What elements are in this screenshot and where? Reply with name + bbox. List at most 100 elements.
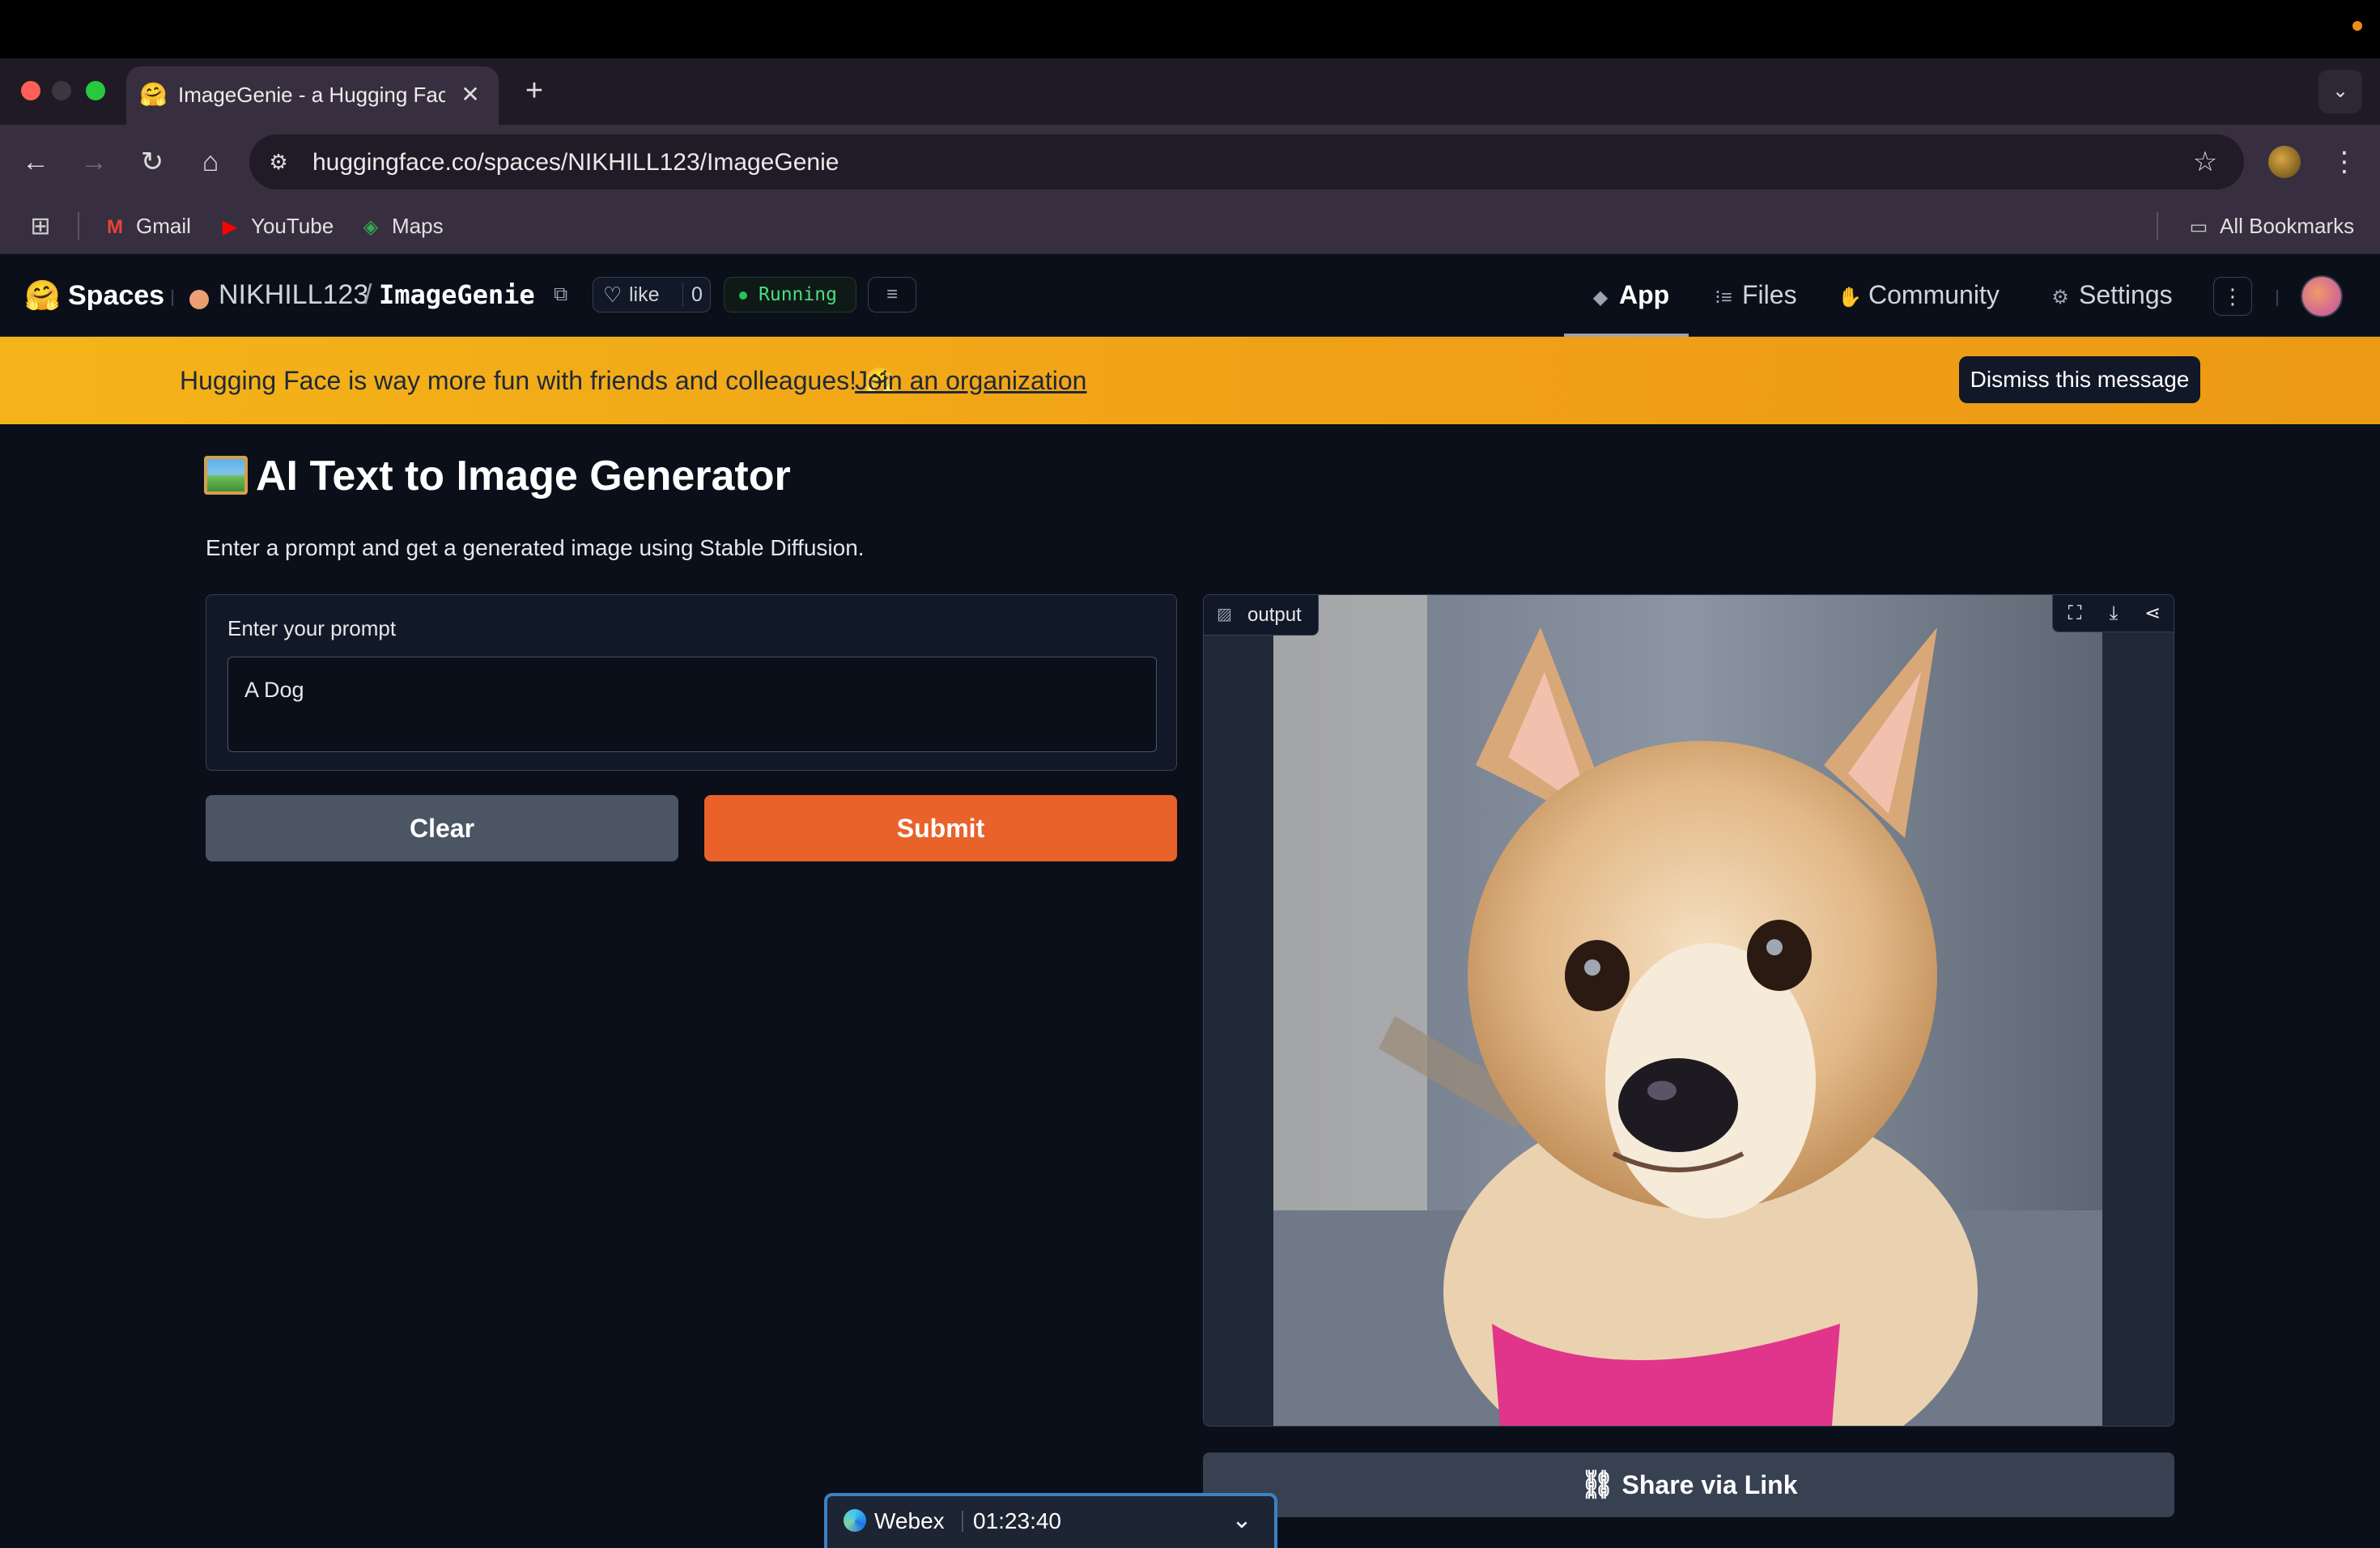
user-avatar[interactable]	[2301, 275, 2343, 317]
dismiss-button[interactable]: Dismiss this message	[1959, 356, 2200, 403]
bookmarks-divider	[78, 212, 79, 240]
submit-button[interactable]: Submit	[704, 795, 1177, 861]
forward-arrow-icon[interactable]: →	[74, 142, 113, 181]
url-text[interactable]: huggingface.co/spaces/NIKHILL123/ImageGe…	[312, 147, 1608, 178]
like-button[interactable]: ♡ like 0	[593, 277, 711, 313]
minimize-window-button[interactable]	[52, 81, 71, 100]
reload-icon[interactable]: ↻	[133, 142, 172, 181]
cube-icon: ◆	[1592, 287, 1609, 308]
output-image-block: ▨ output ⛶ ⤓ ⋖	[1203, 594, 2174, 1427]
community-icon: ✋	[1838, 287, 1862, 308]
all-bookmarks-label: All Bookmarks	[2220, 214, 2355, 238]
home-icon[interactable]: ⌂	[191, 142, 230, 181]
header-divider	[2276, 290, 2278, 306]
tab-label: App	[1619, 280, 1670, 309]
chevron-down-icon[interactable]: ⌄	[1226, 1504, 1258, 1537]
more-options-icon[interactable]: ⋮	[2213, 277, 2252, 316]
status-dot-icon	[739, 291, 747, 300]
heart-icon: ♡	[603, 283, 623, 307]
close-tab-icon[interactable]: ✕	[457, 81, 484, 108]
tab-community[interactable]: ✋ Community	[1838, 270, 2016, 319]
screen: 🤗 ImageGenie - a Hugging Face Space ✕ + …	[0, 0, 2380, 1548]
copy-icon[interactable]: ⧉	[554, 283, 576, 306]
maximize-window-button[interactable]	[86, 81, 105, 100]
back-arrow-icon[interactable]: ←	[16, 142, 55, 181]
page-description: Enter a prompt and get a generated image…	[206, 535, 865, 560]
maps-icon: ◈	[363, 216, 379, 238]
path-separator: /	[364, 279, 372, 310]
tab-label: Community	[1868, 280, 2000, 309]
share-label: Share via Link	[1621, 1470, 1798, 1499]
output-label-tag: ▨ output	[1204, 595, 1319, 636]
browser-menu-icon[interactable]: ⋮	[2328, 144, 2361, 180]
header-divider	[172, 290, 173, 306]
bookmark-label: Gmail	[136, 214, 191, 238]
tab-search-chevron-icon[interactable]: ⌄	[2318, 70, 2362, 113]
framed-picture-icon	[204, 456, 248, 495]
gmail-icon: M	[107, 216, 123, 238]
youtube-icon: ▶	[222, 216, 238, 238]
huggingface-logo-icon[interactable]: 🤗	[24, 279, 61, 313]
tab-settings[interactable]: ⚙ Settings	[2048, 270, 2194, 319]
all-bookmarks-button[interactable]: ▭ All Bookmarks	[2186, 211, 2372, 241]
prompt-label: Enter your prompt	[227, 616, 397, 640]
org-banner: Hugging Face is way more fun with friend…	[0, 337, 2380, 424]
tab-label: Settings	[2079, 280, 2173, 309]
browser-profile-avatar[interactable]	[2268, 146, 2301, 178]
like-label: like	[629, 283, 660, 306]
image-icon: ▨	[1217, 606, 1232, 623]
close-window-button[interactable]	[21, 81, 40, 100]
prompt-block: Enter your prompt A Dog	[206, 594, 1177, 771]
new-tab-button[interactable]: +	[520, 74, 549, 107]
clear-button[interactable]: Clear	[206, 795, 678, 861]
dog-illustration	[1273, 595, 2102, 1426]
bookmark-maps[interactable]: ◈ Maps	[358, 211, 455, 241]
space-name-link[interactable]: ImageGenie	[379, 277, 549, 313]
prompt-value[interactable]: A Dog	[244, 675, 1135, 704]
huggingface-favicon-icon: 🤗	[139, 82, 168, 107]
browser-tab-active[interactable]: 🤗 ImageGenie - a Hugging Face Space ✕	[126, 66, 499, 125]
address-bar[interactable]: ⚙ huggingface.co/spaces/NIKHILL123/Image…	[249, 134, 2244, 189]
webex-meeting-bar[interactable]: Webex 01:23:40 ⌄	[824, 1493, 1277, 1548]
site-info-icon[interactable]: ⚙	[264, 147, 293, 176]
tab-label: Files	[1742, 280, 1797, 309]
hf-header: 🤗 Spaces NIKHILL123 / ImageGenie ⧉ ♡ lik…	[0, 254, 2380, 337]
webex-timer: 01:23:40	[973, 1508, 1061, 1533]
link-icon: ⛓	[1579, 1469, 1615, 1500]
apps-grid-icon[interactable]: ⊞	[28, 214, 53, 240]
status-badge[interactable]: Running	[724, 277, 856, 313]
tab-app[interactable]: ◆ App	[1588, 270, 1694, 319]
tab-files[interactable]: ⁝≡ Files	[1711, 270, 1808, 319]
join-organization-link[interactable]: Join an organization	[855, 364, 1098, 397]
page-title-text: AI Text to Image Generator	[256, 453, 791, 500]
page-title: AI Text to Image Generator	[204, 450, 1014, 502]
fullscreen-icon[interactable]: ⛶	[2063, 602, 2087, 626]
owner-link[interactable]: NIKHILL123	[219, 277, 368, 313]
like-count: 0	[682, 283, 707, 307]
webex-logo-icon	[844, 1509, 866, 1532]
recording-indicator-icon	[2352, 21, 2362, 31]
bookmarks-bar	[0, 199, 2380, 254]
download-icon[interactable]: ⤓	[2102, 602, 2126, 626]
webex-divider	[962, 1511, 963, 1532]
status-text: Running	[759, 284, 837, 305]
share-icon[interactable]: ⋖	[2140, 602, 2165, 626]
output-label: output	[1247, 604, 1302, 626]
bookmark-youtube[interactable]: ▶ YouTube	[217, 211, 338, 241]
share-via-link-button[interactable]: ⛓ Share via Link	[1203, 1452, 2174, 1517]
bookmark-gmail[interactable]: M Gmail	[102, 211, 199, 241]
gear-icon: ⚙	[2051, 287, 2069, 308]
bookmark-label: Maps	[392, 214, 444, 238]
spaces-link[interactable]: Spaces	[68, 279, 165, 313]
owner-avatar[interactable]	[189, 290, 209, 309]
files-icon: ⁝≡	[1715, 287, 1732, 308]
bookmark-label: YouTube	[251, 214, 334, 238]
folder-icon: ▭	[2189, 216, 2208, 238]
os-menu-strip	[0, 0, 2380, 58]
logs-icon[interactable]: ≡	[868, 277, 916, 313]
output-toolbar: ⛶ ⤓ ⋖	[2052, 595, 2174, 632]
webex-name: Webex	[874, 1508, 945, 1533]
bookmark-star-icon[interactable]: ☆	[2189, 146, 2221, 178]
prompt-textarea[interactable]: A Dog	[227, 657, 1157, 752]
tab-title: ImageGenie - a Hugging Face Space	[178, 83, 445, 107]
